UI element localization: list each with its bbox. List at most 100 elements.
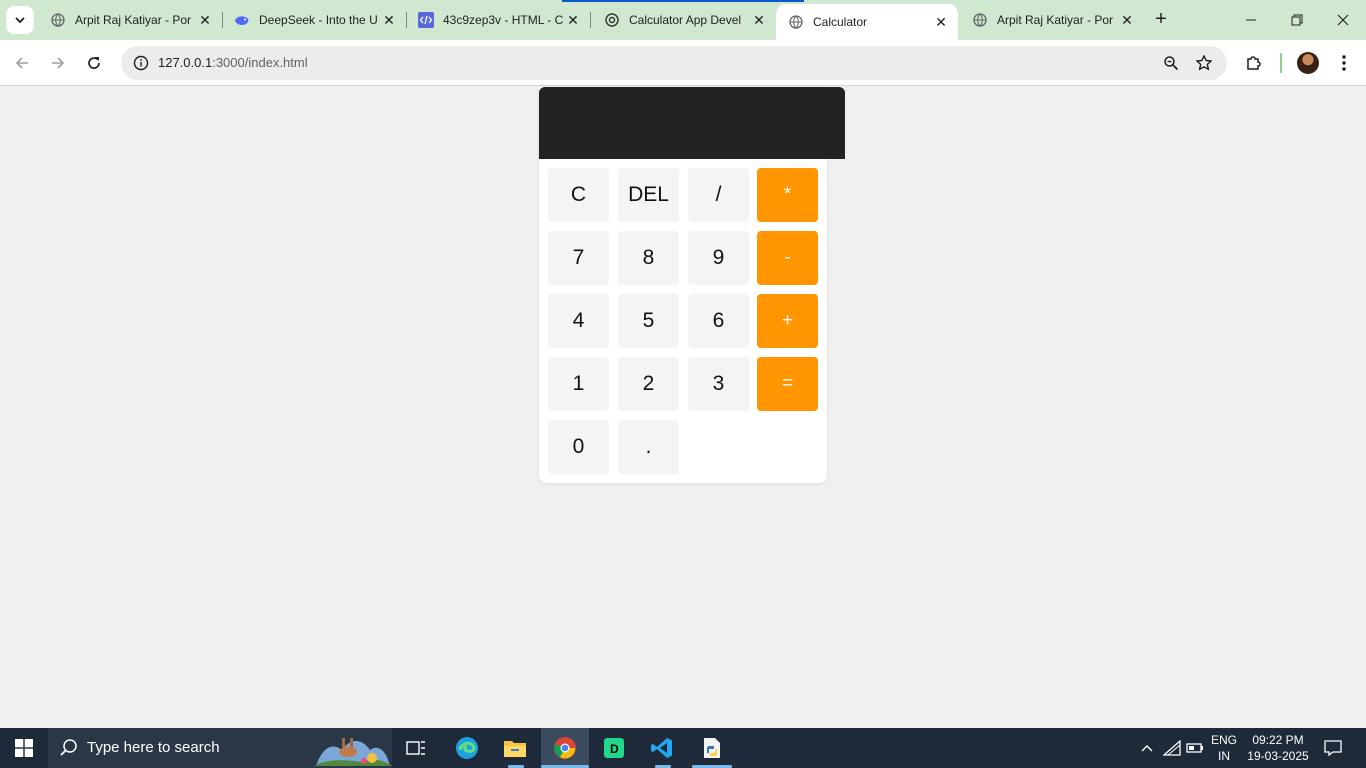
reload-icon (88, 57, 100, 69)
browser-menu-button[interactable] (1330, 49, 1358, 77)
key-decimal-button[interactable]: . (618, 420, 679, 474)
task-view-icon (406, 741, 425, 755)
tab-strip: Arpit Raj Katiyar - Por ✕ DeepSeek - Int… (0, 0, 1366, 40)
back-button[interactable] (8, 49, 36, 77)
calculator-display (539, 87, 845, 159)
svg-text:D: D (610, 742, 619, 756)
close-icon (1337, 14, 1349, 26)
tab-calculator[interactable]: Calculator ✕ (776, 4, 958, 40)
new-tab-button[interactable]: + (1150, 8, 1172, 30)
input-language[interactable]: ENG IN (1207, 732, 1241, 764)
chrome-icon (554, 737, 576, 759)
key-subtract-button[interactable]: - (757, 231, 818, 285)
tab-title: DeepSeek - Into the U (259, 13, 378, 27)
key-5-button[interactable]: 5 (618, 294, 679, 348)
battery-status[interactable] (1185, 738, 1205, 758)
tab-title: Arpit Raj Katiyar - Por (997, 13, 1114, 27)
key-9-button[interactable]: 9 (688, 231, 749, 285)
language-region: IN (1218, 749, 1230, 763)
windows-logo-icon (15, 739, 33, 757)
network-status[interactable] (1162, 738, 1182, 758)
bookmark-star-icon[interactable] (1192, 51, 1216, 75)
vscode-taskbar-icon[interactable] (638, 728, 686, 768)
key-3-button[interactable]: 3 (688, 357, 749, 411)
language-code: ENG (1210, 733, 1237, 747)
extensions-button[interactable] (1240, 49, 1268, 77)
globe-icon (788, 14, 804, 30)
key-add-button[interactable]: + (757, 294, 818, 348)
python-file-icon (704, 738, 720, 758)
clock-date: 19-03-2025 (1247, 749, 1309, 763)
arrow-right-icon (52, 57, 65, 69)
search-icon (60, 739, 77, 756)
tab-arpit-portfolio-2[interactable]: Arpit Raj Katiyar - Por ✕ (960, 4, 1144, 36)
reload-button[interactable] (80, 49, 108, 77)
notification-center-button[interactable] (1323, 738, 1343, 758)
windows-taskbar: Type here to search D ENG IN 09:22 PM 19… (0, 728, 1366, 768)
devtool-d-taskbar-icon[interactable]: D (590, 728, 638, 768)
start-button[interactable] (0, 728, 48, 768)
key-multiply-button[interactable]: * (757, 168, 818, 222)
clock-time: 09:22 PM (1252, 733, 1304, 747)
key-equals-button[interactable]: = (757, 357, 818, 411)
key-8-button[interactable]: 8 (618, 231, 679, 285)
loading-indicator (562, 0, 804, 2)
wifi-icon (1163, 740, 1181, 756)
chevron-down-icon (15, 17, 25, 24)
key-2-button[interactable]: 2 (618, 357, 679, 411)
key-divide-button[interactable]: / (688, 168, 749, 222)
minimize-button[interactable] (1228, 0, 1274, 40)
arrow-left-icon (15, 57, 28, 69)
tab-calculator-app-devel[interactable]: Calculator App Devel ✕ (592, 4, 776, 36)
more-vert-icon (1342, 55, 1346, 71)
key-4-button[interactable]: 4 (548, 294, 609, 348)
show-hidden-icons-button[interactable] (1137, 738, 1157, 758)
tab-title: Calculator (813, 15, 868, 29)
deepseek-whale-icon (234, 12, 250, 28)
key-delete-button[interactable]: DEL (618, 168, 679, 222)
edge-icon (456, 737, 478, 759)
close-window-button[interactable] (1320, 0, 1366, 40)
globe-icon (972, 12, 988, 28)
tab-title: 43c9zep3v - HTML - C (443, 13, 564, 27)
notification-icon (1324, 740, 1342, 756)
profile-avatar[interactable] (1297, 52, 1319, 74)
globe-icon (50, 12, 66, 28)
edge-taskbar-icon[interactable] (443, 728, 491, 768)
zoom-icon[interactable] (1159, 51, 1183, 75)
browser-toolbar: 127.0.0.1:3000/index.html (0, 40, 1366, 86)
tab-arpit-portfolio-1[interactable]: Arpit Raj Katiyar - Por ✕ (38, 4, 222, 36)
python-taskbar-icon[interactable] (688, 728, 736, 768)
task-view-button[interactable] (392, 728, 440, 768)
key-7-button[interactable]: 7 (548, 231, 609, 285)
tab-title: Calculator App Devel (629, 13, 742, 27)
site-info-icon[interactable] (129, 51, 153, 75)
puzzle-icon (1247, 56, 1261, 70)
chrome-taskbar-icon[interactable] (541, 728, 589, 768)
close-tab-icon[interactable]: ✕ (564, 11, 582, 29)
openai-icon (604, 12, 620, 28)
search-highlight-illustration (314, 738, 392, 766)
close-tab-icon[interactable]: ✕ (380, 11, 398, 29)
close-tab-icon[interactable]: ✕ (750, 11, 768, 29)
key-1-button[interactable]: 1 (548, 357, 609, 411)
key-clear-button[interactable]: C (548, 168, 609, 222)
tab-title: Arpit Raj Katiyar - Por (75, 13, 192, 27)
tab-deepseek[interactable]: DeepSeek - Into the U ✕ (222, 4, 406, 36)
address-bar[interactable]: 127.0.0.1:3000/index.html (121, 46, 1227, 80)
file-explorer-taskbar-icon[interactable] (491, 728, 539, 768)
restore-button[interactable] (1274, 0, 1320, 40)
close-tab-icon[interactable]: ✕ (196, 11, 214, 29)
tab-html-editor[interactable]: 43c9zep3v - HTML - C ✕ (406, 4, 590, 36)
close-tab-icon[interactable]: ✕ (1118, 11, 1136, 29)
key-6-button[interactable]: 6 (688, 294, 749, 348)
clock[interactable]: 09:22 PM 19-03-2025 (1244, 732, 1312, 764)
forward-button[interactable] (44, 49, 72, 77)
tab-separator (590, 12, 591, 28)
restore-icon (1291, 14, 1303, 26)
url-text[interactable]: 127.0.0.1:3000/index.html (158, 55, 308, 70)
close-tab-icon[interactable]: ✕ (932, 13, 950, 31)
code-brackets-icon (418, 12, 434, 28)
key-0-button[interactable]: 0 (548, 420, 609, 474)
tab-search-button[interactable] (6, 6, 34, 34)
